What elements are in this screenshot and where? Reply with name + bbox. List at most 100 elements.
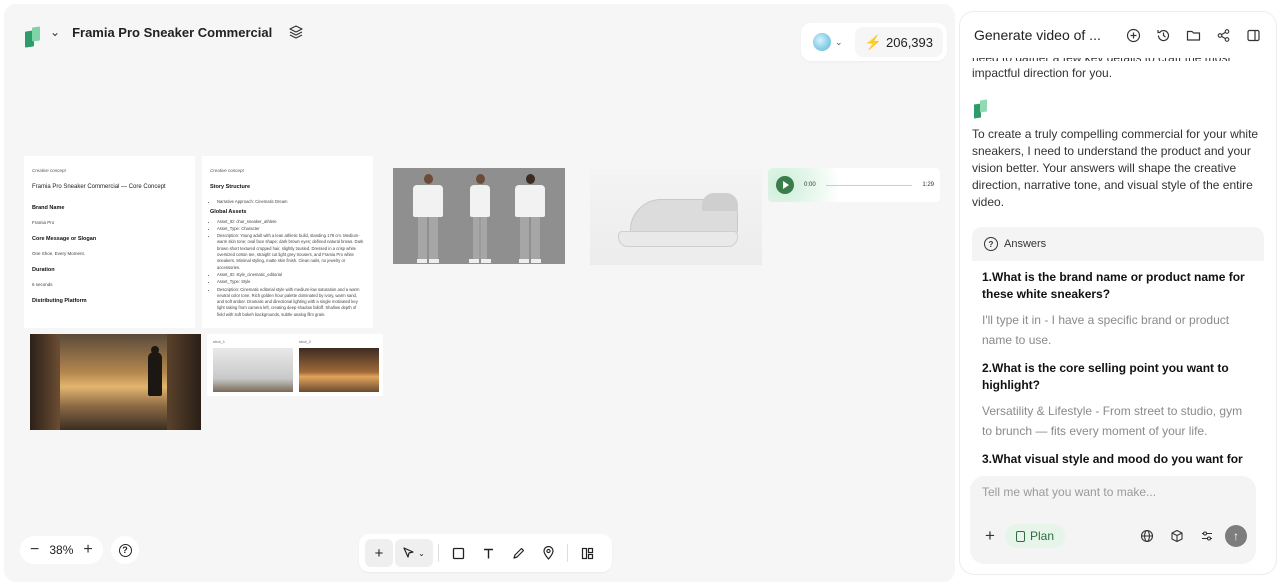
question-icon: ? [118, 543, 132, 557]
chat-header: Generate video of ... [960, 12, 1276, 58]
figure-back [515, 174, 545, 263]
chat-messages: need to gather a few key details to craf… [972, 50, 1264, 476]
doc-bullet: Asset_ID: style_cinematic_editorial [217, 272, 365, 278]
street-scene-image[interactable] [30, 334, 201, 430]
top-right-controls: ⌄ ⚡ 206,393 [801, 23, 947, 61]
shots-card[interactable]: shot_1 shot_2 [207, 334, 383, 396]
shot-image [213, 348, 293, 392]
zoom-control: − 38% + [20, 536, 103, 564]
chevron-down-icon[interactable]: ⌄ [50, 25, 60, 39]
figure-side [465, 174, 495, 263]
question-text: 1.What is the brand name or product name… [982, 270, 1245, 301]
clipboard-icon [1016, 530, 1025, 542]
question-text: 2.What is the core selling point you wan… [982, 361, 1229, 392]
attach-button[interactable]: + [980, 526, 1000, 546]
sneaker-sole [618, 231, 738, 247]
question-text: 3.What visual style and mood do you want… [982, 452, 1243, 466]
model-selector[interactable]: ⌄ [805, 27, 851, 57]
chat-composer[interactable]: Tell me what you want to make... + Plan … [970, 476, 1256, 564]
answers-label: Answers [1004, 238, 1047, 250]
shot-thumbnail[interactable]: shot_2 [299, 339, 379, 392]
assistant-message: To create a truly compelling commercial … [972, 127, 1259, 209]
message-text: impactful direction for you. [972, 66, 1113, 80]
zoom-level[interactable]: 38% [49, 543, 73, 557]
shot-label: shot_2 [299, 339, 312, 344]
doc-title: Framia Pro Sneaker Commercial — Core Con… [32, 183, 166, 190]
add-tool-button[interactable]: + [365, 539, 393, 567]
globe-icon[interactable] [1138, 527, 1156, 545]
questions-list: 1.What is the brand name or product name… [972, 261, 1264, 476]
zoom-out-button[interactable]: − [30, 541, 39, 559]
doc-heading: Brand Name [32, 204, 65, 211]
audio-player-card[interactable]: 0:00 1:29 [768, 168, 940, 202]
play-icon[interactable] [776, 176, 794, 194]
canvas[interactable]: ⌄ Framia Pro Sneaker Commercial ⌄ ⚡ 206,… [4, 4, 955, 582]
doc-bullet: Asset_Type: Style [217, 279, 365, 285]
zoom-in-button[interactable]: + [83, 541, 92, 559]
plan-button[interactable]: Plan [1005, 524, 1066, 548]
pen-icon [512, 547, 524, 559]
layout-tool-button[interactable] [573, 539, 601, 567]
chat-title[interactable]: Generate video of ... [974, 27, 1124, 43]
doc-value: Framia Pro [32, 220, 55, 225]
plan-label: Plan [1030, 529, 1055, 543]
sneaker-product-image[interactable] [590, 169, 762, 265]
shot-image [299, 348, 379, 392]
history-icon[interactable] [1154, 26, 1172, 44]
sidebar-toggle-icon[interactable] [1244, 26, 1262, 44]
pen-tool-button[interactable] [504, 539, 532, 567]
doc-kicker: Creative concept [210, 168, 244, 173]
question-icon: ? [984, 237, 998, 251]
character-turnaround-image[interactable] [393, 168, 565, 264]
lightning-icon: ⚡ [864, 33, 882, 50]
canvas-toolbar: + ⌄ [359, 534, 612, 572]
rectangle-icon [452, 547, 464, 559]
answers-header: ? Answers [972, 227, 1264, 261]
text-tool-button[interactable] [474, 539, 502, 567]
doc-bullet: Description: Cinematic editorial style w… [217, 287, 365, 318]
answer-option[interactable]: I'll type it in - I have a specific bran… [982, 310, 1254, 350]
concept-document-card[interactable]: Creative concept Framia Pro Sneaker Comm… [24, 156, 195, 328]
cursor-icon [403, 547, 414, 558]
layers-icon[interactable] [288, 24, 304, 40]
audio-duration: 1:29 [922, 182, 934, 188]
doc-value: One Shoe. Every Moment. [32, 251, 86, 256]
app-logo[interactable] [24, 22, 42, 48]
audio-progress-track[interactable] [825, 184, 913, 186]
send-button[interactable]: ↑ [1225, 525, 1247, 547]
doc-heading: Global Assets [210, 209, 247, 216]
doc-bullet: Asset_ID: char_sneaker_athlete [217, 219, 365, 225]
settings-sliders-icon[interactable] [1198, 527, 1216, 545]
chat-panel: Generate video of ... need to gather a f… [960, 12, 1276, 574]
credits-badge[interactable]: ⚡ 206,393 [854, 27, 943, 57]
chevron-down-icon: ⌄ [835, 36, 843, 47]
doc-heading: Duration [32, 266, 55, 273]
doc-heading: Story Structure [210, 183, 251, 190]
project-title[interactable]: Framia Pro Sneaker Commercial [72, 25, 272, 40]
answer-option[interactable]: Versatility & Lifestyle - From street to… [982, 401, 1254, 441]
figure-front [413, 174, 443, 263]
cube-icon[interactable] [1168, 527, 1186, 545]
assistant-avatar-icon [974, 96, 988, 119]
select-tool-button[interactable]: ⌄ [395, 539, 433, 567]
story-document-card[interactable]: Creative concept Story Structure Narrati… [202, 156, 373, 328]
folder-icon[interactable] [1184, 26, 1202, 44]
model-orb-icon [813, 33, 832, 51]
doc-bullet: Narrative Approach: Cinematic Dream [217, 199, 365, 205]
layout-icon [581, 547, 593, 559]
help-button[interactable]: ? [111, 536, 139, 564]
doc-heading: Core Message or Slogan [32, 235, 97, 242]
doc-bullet: Description: Young adult with a lean ath… [217, 233, 365, 271]
shot-thumbnail[interactable]: shot_1 [213, 339, 293, 392]
credits-count: 206,393 [886, 34, 933, 50]
composer-input[interactable]: Tell me what you want to make... [982, 485, 1156, 499]
sneaker-collar [702, 193, 738, 211]
doc-bullet: Asset_Type: Character [217, 226, 365, 232]
doc-heading: Distributing Platform [32, 297, 87, 304]
pin-tool-button[interactable] [534, 539, 562, 567]
doc-value: 6 seconds [32, 282, 53, 287]
new-chat-icon[interactable] [1124, 26, 1142, 44]
rectangle-tool-button[interactable] [444, 539, 472, 567]
walker-figure [148, 352, 162, 396]
share-icon[interactable] [1214, 26, 1232, 44]
